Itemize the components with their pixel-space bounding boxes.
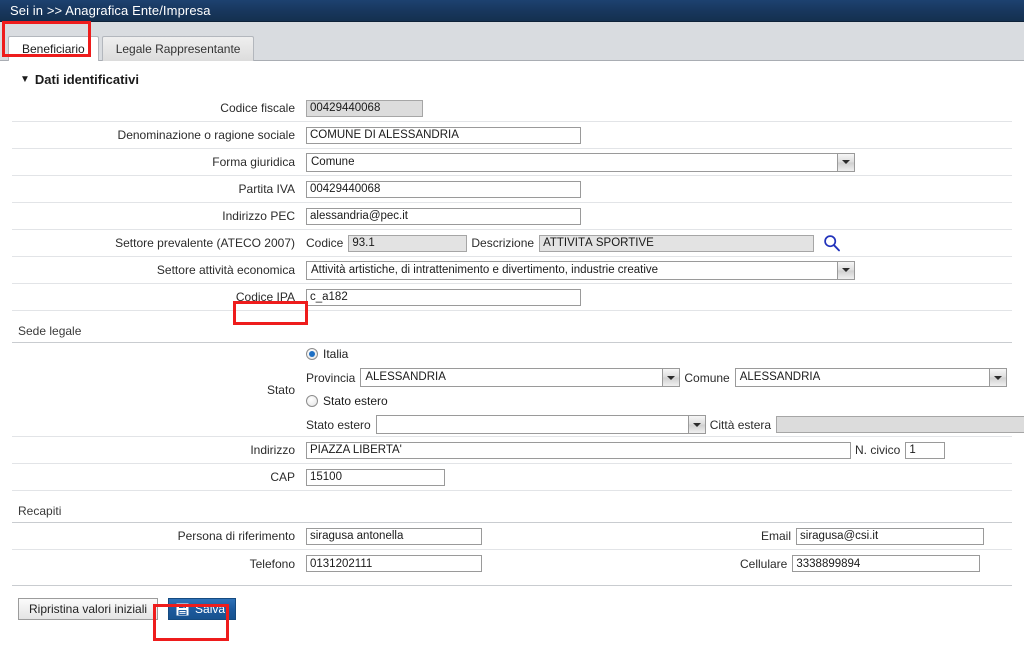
label-comune: Comune	[684, 370, 730, 385]
label-provincia: Provincia	[306, 370, 356, 385]
label-ateco-codice: Codice	[306, 236, 344, 250]
row-stato: Stato Italia Provincia ALESSANDRIA Comun…	[12, 343, 1024, 437]
form-footer: Ripristina valori iniziali Salva	[12, 585, 1012, 620]
input-partita-iva[interactable]	[306, 180, 581, 198]
save-floppy-icon	[176, 603, 189, 616]
label-cap: CAP	[270, 470, 295, 484]
label-stato: Stato	[266, 382, 295, 397]
section-dati-identificativi-header[interactable]: ▼ Dati identificativi	[20, 72, 1012, 87]
input-email[interactable]	[796, 527, 985, 545]
row-codice-ipa: Codice IPA	[12, 284, 1012, 311]
save-button-label: Salva	[195, 602, 226, 616]
select-comune-value: ALESSANDRIA	[739, 371, 821, 383]
input-denominazione[interactable]	[306, 126, 581, 144]
input-codice-fiscale[interactable]	[306, 99, 423, 117]
row-indirizzo: Indirizzo N. civico	[12, 437, 1012, 464]
radio-option-stato-estero[interactable]: Stato estero	[306, 392, 1024, 410]
input-indirizzo-pec[interactable]	[306, 207, 581, 225]
form-page: ▼ Dati identificativi Codice fiscale Den…	[0, 72, 1024, 620]
tab-legale-rappresentante-label: Legale Rappresentante	[115, 42, 241, 56]
row-denominazione: Denominazione o ragione sociale	[12, 122, 1012, 149]
breadcrumb: Sei in >> Anagrafica Ente/Impresa	[10, 3, 211, 18]
input-persona-riferimento[interactable]	[306, 527, 482, 545]
select-provincia[interactable]: ALESSANDRIA	[360, 368, 681, 387]
select-forma-giuridica-value: Comune	[311, 155, 355, 168]
breadcrumb-bar: Sei in >> Anagrafica Ente/Impresa	[0, 0, 1024, 22]
label-settore-prevalente: Settore prevalente (ATECO 2007)	[115, 236, 295, 250]
row-codice-fiscale: Codice fiscale	[12, 95, 1012, 122]
tab-beneficiario-label: Beneficiario	[22, 42, 85, 56]
input-codice-ipa[interactable]	[306, 288, 581, 306]
section-sede-legale-title: Sede legale	[12, 317, 1012, 343]
input-telefono[interactable]	[306, 555, 482, 572]
collapse-caret-icon[interactable]: ▼	[20, 74, 30, 85]
input-numero-civico[interactable]	[905, 441, 946, 459]
row-settore-attivita: Settore attività economica Attività arti…	[12, 257, 1012, 284]
radio-stato-estero-label: Stato estero	[323, 394, 388, 408]
tab-beneficiario[interactable]: Beneficiario	[8, 36, 99, 61]
chevron-down-icon[interactable]	[837, 261, 854, 279]
label-denominazione: Denominazione o ragione sociale	[117, 128, 295, 142]
label-telefono: Telefono	[249, 556, 295, 571]
input-ateco-descrizione[interactable]	[539, 234, 815, 252]
chevron-down-icon[interactable]	[687, 416, 705, 433]
label-stato-estero: Stato estero	[306, 417, 371, 432]
section-recapiti-title: Recapiti	[12, 497, 1012, 523]
radio-italia-label: Italia	[323, 347, 349, 361]
select-stato-estero-value	[377, 416, 688, 433]
select-comune[interactable]: ALESSANDRIA	[734, 368, 1007, 387]
row-forma-giuridica: Forma giuridica Comune	[12, 149, 1012, 176]
input-cap[interactable]	[306, 468, 445, 486]
section-dati-identificativi-title: Dati identificativi	[34, 72, 139, 87]
search-icon[interactable]	[823, 234, 841, 252]
radio-option-italia[interactable]: Italia	[306, 345, 1024, 363]
label-indirizzo: Indirizzo	[250, 443, 295, 457]
chevron-down-icon[interactable]	[662, 369, 680, 386]
select-provincia-value: ALESSANDRIA	[365, 371, 446, 383]
radio-stato-estero-icon[interactable]	[306, 395, 318, 407]
reset-button[interactable]: Ripristina valori iniziali	[18, 598, 159, 620]
select-stato-estero[interactable]	[375, 415, 706, 434]
save-button[interactable]: Salva	[168, 598, 237, 620]
label-settore-attivita: Settore attività economica	[156, 263, 295, 277]
label-persona-riferimento: Persona di riferimento	[177, 529, 295, 543]
row-partita-iva: Partita IVA	[12, 176, 1012, 203]
label-codice-ipa: Codice IPA	[235, 290, 295, 304]
tab-legale-rappresentante[interactable]: Legale Rappresentante	[101, 36, 255, 61]
select-settore-attivita[interactable]: Attività artistiche, di intrattenimento …	[306, 260, 855, 280]
input-ateco-codice[interactable]	[348, 234, 468, 252]
select-settore-attivita-value: Attività artistiche, di intrattenimento …	[311, 263, 659, 276]
chevron-down-icon[interactable]	[837, 153, 854, 171]
label-numero-civico: N. civico	[855, 443, 901, 457]
label-codice-fiscale: Codice fiscale	[220, 101, 295, 115]
group-provincia-comune: Provincia ALESSANDRIA Comune ALESSANDRIA	[306, 368, 1024, 387]
row-telefono-cellulare: Telefono Cellulare	[12, 550, 1012, 577]
label-partita-iva: Partita IVA	[238, 182, 295, 196]
group-stato-estero: Stato estero Città estera	[306, 415, 1024, 434]
label-indirizzo-pec: Indirizzo PEC	[222, 209, 295, 223]
input-citta-estera[interactable]	[776, 416, 1024, 433]
radio-italia-icon[interactable]	[306, 348, 318, 360]
tab-strip: Beneficiario Legale Rappresentante	[0, 22, 1024, 61]
row-persona-email: Persona di riferimento Email	[12, 523, 1012, 550]
label-forma-giuridica: Forma giuridica	[212, 155, 295, 169]
label-cellulare: Cellulare	[740, 556, 788, 571]
label-citta-estera: Città estera	[709, 417, 772, 432]
row-indirizzo-pec: Indirizzo PEC	[12, 203, 1012, 230]
row-cap: CAP	[12, 464, 1012, 491]
input-indirizzo[interactable]	[306, 441, 851, 459]
select-forma-giuridica[interactable]: Comune	[306, 152, 855, 172]
chevron-down-icon[interactable]	[988, 369, 1006, 386]
label-email: Email	[761, 529, 792, 543]
row-settore-prevalente: Settore prevalente (ATECO 2007) Codice D…	[12, 230, 1012, 257]
label-ateco-descrizione: Descrizione	[471, 236, 535, 250]
input-cellulare[interactable]	[792, 555, 981, 572]
